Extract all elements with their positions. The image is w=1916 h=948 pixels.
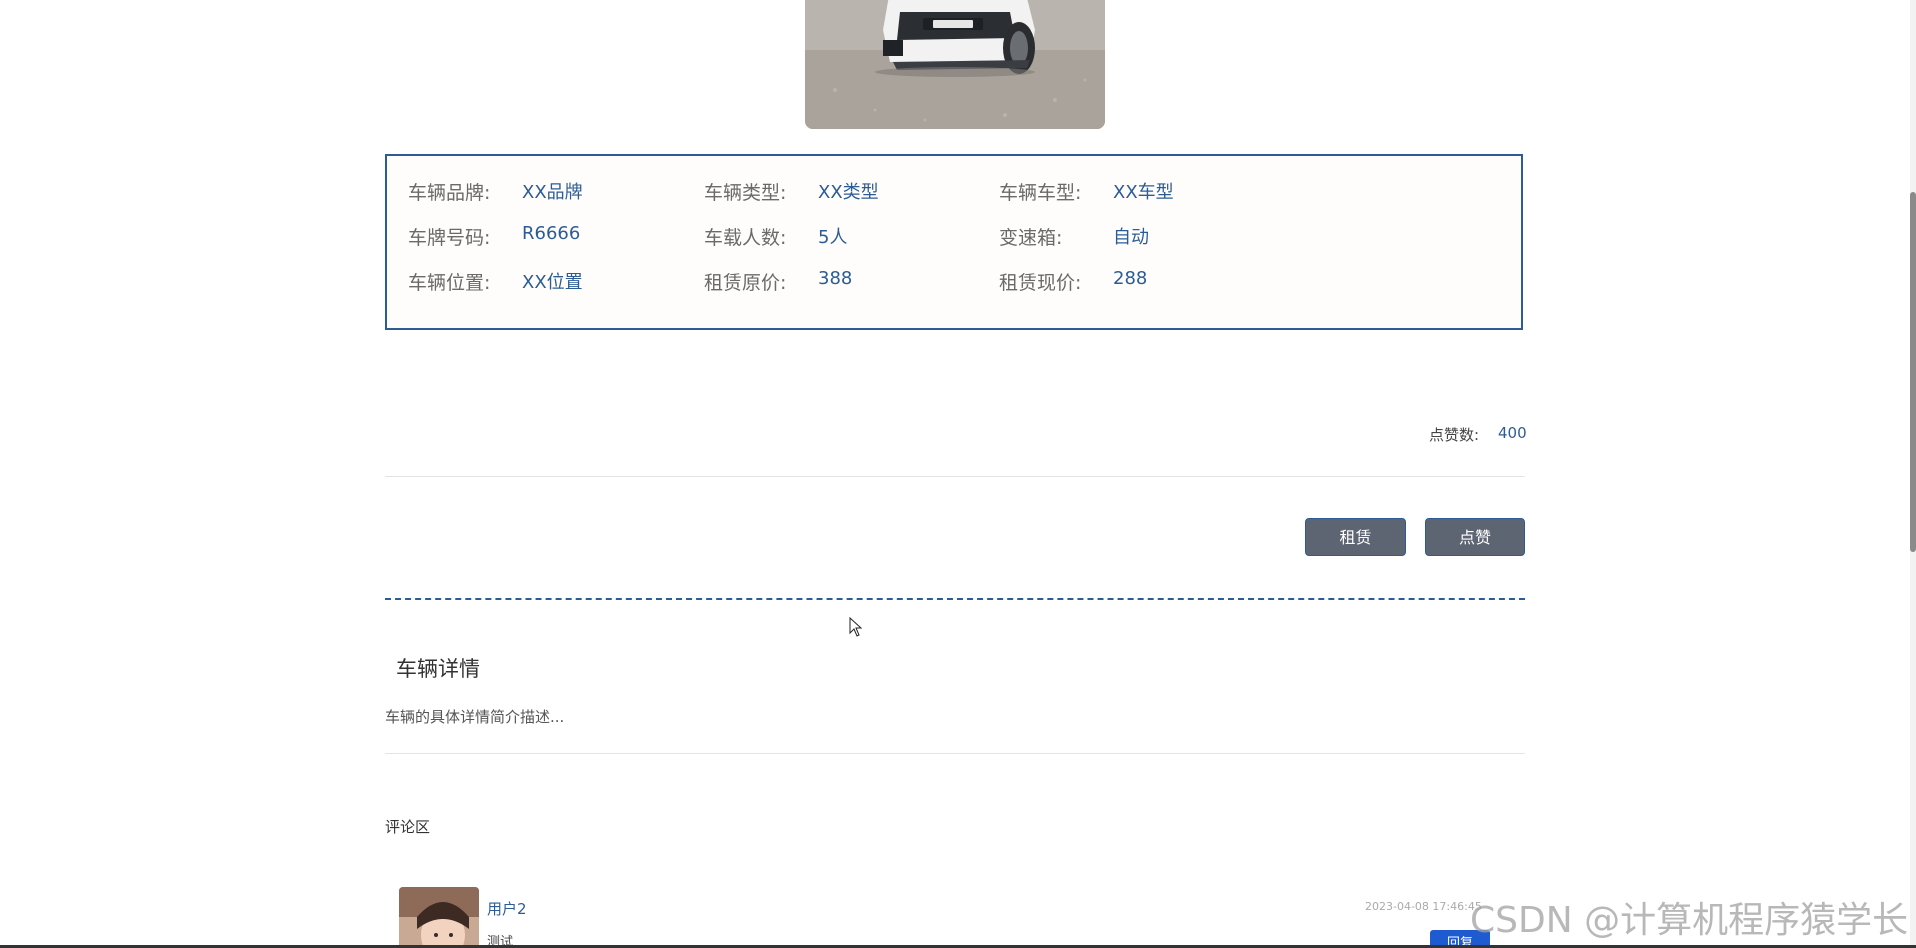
- comment-timestamp: 2023-04-08 17:46:45: [1365, 900, 1482, 913]
- gearbox-label: 变速箱:: [999, 227, 1063, 249]
- model-label: 车辆车型:: [999, 182, 1082, 204]
- vehicle-detail-page: 车辆品牌: XX品牌 车辆类型: XX类型 车辆车型: XX车型 车牌号码: R…: [0, 0, 1916, 948]
- type-value: XX类型: [818, 182, 879, 203]
- comments-title: 评论区: [385, 818, 431, 836]
- details-description: 车辆的具体详情简介描述...: [385, 708, 565, 726]
- seats-label: 车载人数:: [704, 227, 787, 249]
- current-price-label: 租赁现价:: [999, 272, 1082, 294]
- plate-label: 车牌号码:: [408, 227, 491, 249]
- original-price-label: 租赁原价:: [704, 272, 787, 294]
- divider: [385, 476, 1525, 477]
- comment-username[interactable]: 用户2: [487, 898, 527, 919]
- original-price-value: 388: [818, 268, 853, 289]
- dashed-divider: [385, 598, 1525, 600]
- seats-value: 5人: [818, 227, 848, 248]
- divider: [385, 753, 1525, 754]
- location-value: XX位置: [522, 272, 583, 293]
- mouse-cursor-icon: [849, 617, 863, 637]
- gearbox-value: 自动: [1113, 227, 1149, 248]
- brand-value: XX品牌: [522, 182, 583, 203]
- scrollbar-thumb[interactable]: [1910, 192, 1916, 552]
- likes-label: 点赞数:: [1429, 426, 1480, 444]
- likes-count: 400: [1498, 424, 1527, 442]
- watermark: CSDN @计算机程序猿学长: [1470, 900, 1909, 941]
- current-price-value: 288: [1113, 268, 1148, 289]
- vehicle-info-panel: 车辆品牌: XX品牌 车辆类型: XX类型 车辆车型: XX车型 车牌号码: R…: [385, 154, 1523, 330]
- model-value: XX车型: [1113, 182, 1174, 203]
- plate-value: R6666: [522, 223, 581, 244]
- details-title: 车辆详情: [396, 657, 480, 681]
- type-label: 车辆类型:: [704, 182, 787, 204]
- like-button[interactable]: 点赞: [1425, 518, 1525, 556]
- avatar: [399, 887, 479, 948]
- rent-button[interactable]: 租赁: [1305, 518, 1406, 556]
- brand-label: 车辆品牌:: [408, 182, 491, 204]
- location-label: 车辆位置:: [408, 272, 491, 294]
- vehicle-photo: [805, 0, 1105, 129]
